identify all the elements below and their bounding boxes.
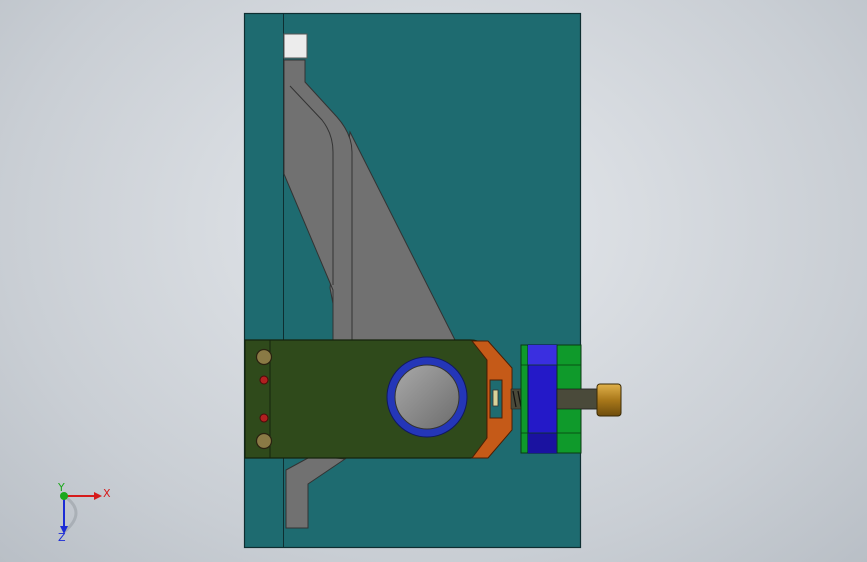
slide-block[interactable] [244, 339, 488, 459]
y-axis-label: Y [57, 481, 65, 494]
screw-hole-bottom [255, 432, 273, 450]
stop-block-face-shade-bottom [528, 433, 557, 453]
guide-bush-inner [394, 364, 460, 430]
x-axis-arrow [94, 492, 102, 500]
stop-block-thread-window [556, 388, 598, 410]
z-axis-label: Z [58, 531, 66, 544]
orientation-triad: X Y Z [57, 481, 111, 544]
dowel-pin-top [259, 375, 269, 385]
clamp-bolt-head [492, 389, 499, 407]
stop-block-face-shade-top [528, 345, 557, 365]
cad-viewport[interactable]: X Y Z [0, 0, 867, 562]
screw-hole-top [255, 348, 273, 366]
dowel-pin-bottom [259, 413, 269, 423]
stop-block[interactable] [520, 344, 598, 454]
x-axis-label: X [103, 487, 111, 500]
insert-block[interactable] [283, 33, 308, 59]
screw-cap[interactable] [596, 383, 622, 417]
